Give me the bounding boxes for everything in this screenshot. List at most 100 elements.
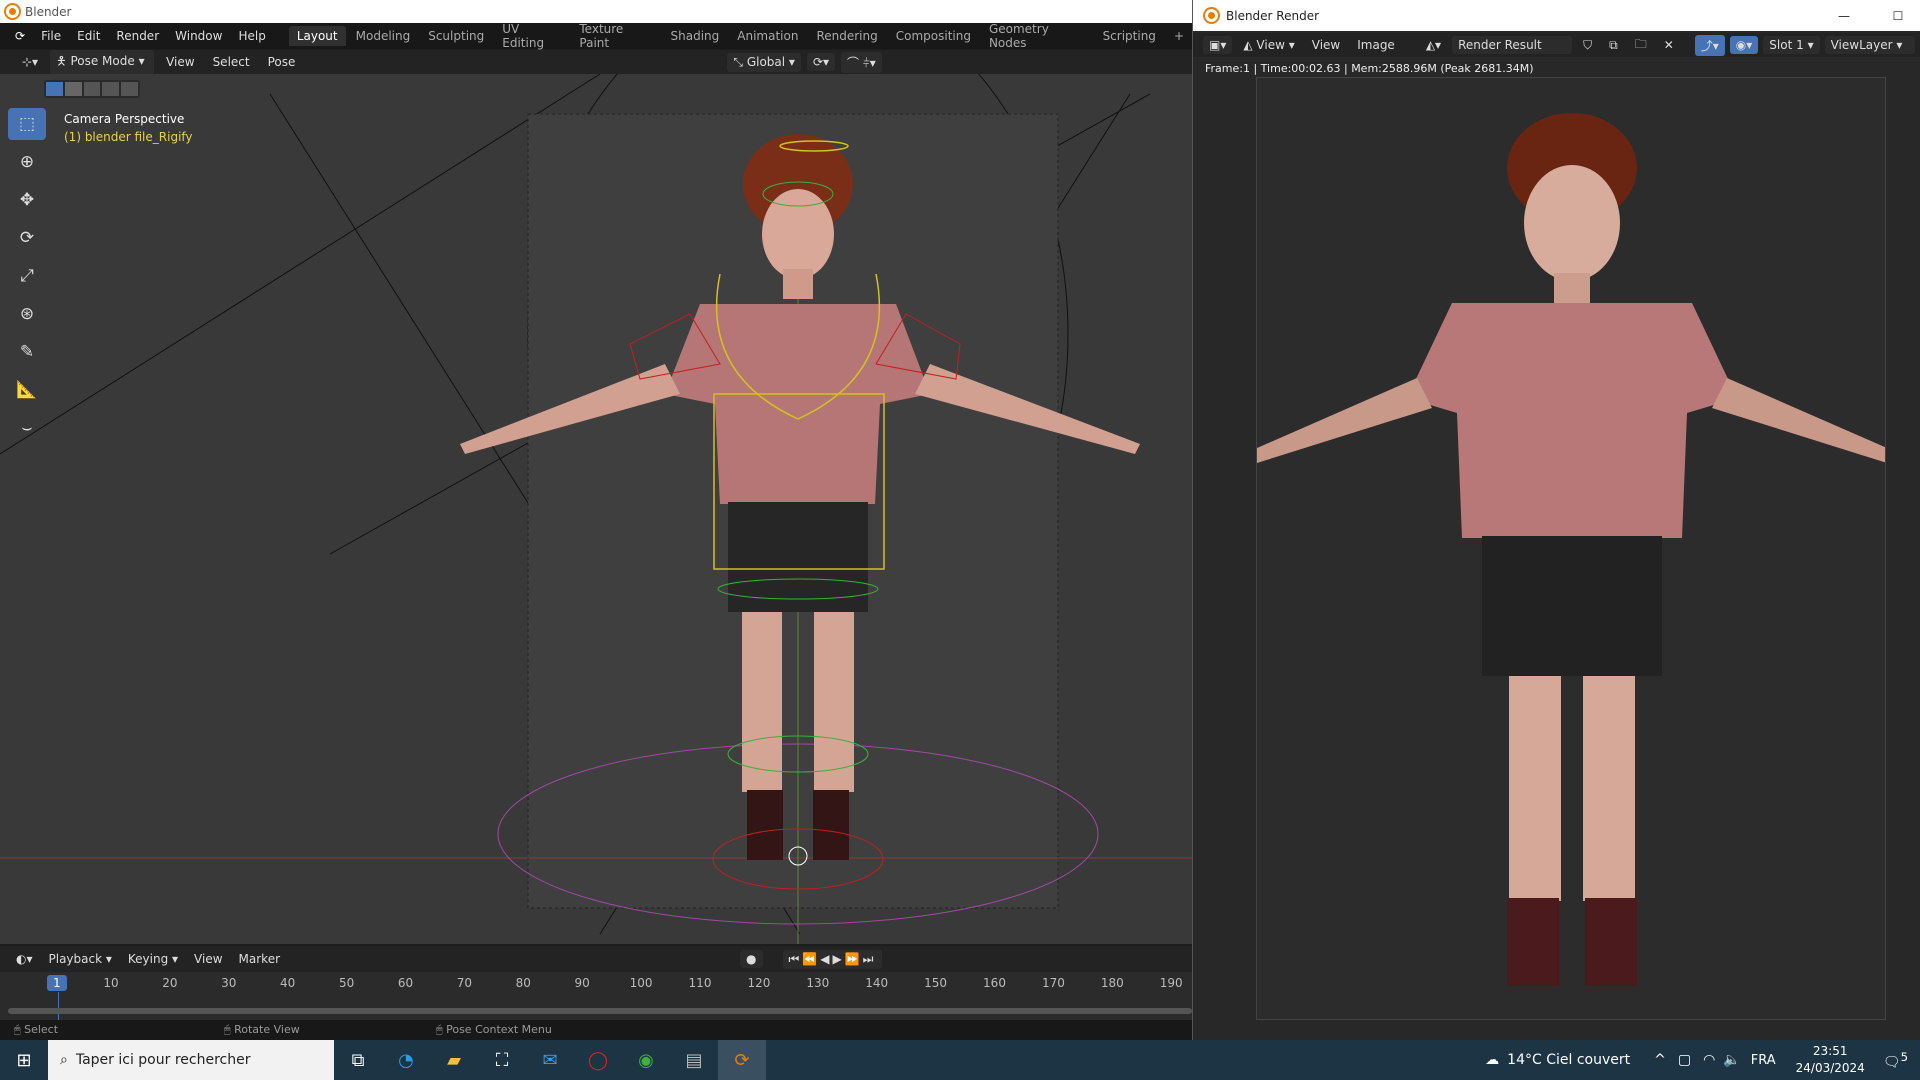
tray-chevron-icon[interactable]: ^: [1654, 1052, 1666, 1068]
tab-compositing[interactable]: Compositing: [888, 26, 979, 46]
render-result-image[interactable]: [1256, 77, 1886, 1020]
frame-label[interactable]: 100: [630, 976, 653, 990]
current-frame-indicator[interactable]: 1: [47, 975, 67, 991]
menu-pose[interactable]: Pose: [262, 53, 302, 71]
tab-scripting[interactable]: Scripting: [1095, 26, 1164, 46]
tab-shading[interactable]: Shading: [663, 26, 728, 46]
menu-view[interactable]: View: [1306, 36, 1346, 54]
tab-modeling[interactable]: Modeling: [348, 26, 419, 46]
frame-label[interactable]: 160: [983, 976, 1006, 990]
image-name-field[interactable]: Render Result: [1452, 36, 1573, 54]
playback-menu[interactable]: Playback ▾: [43, 950, 118, 968]
mail-icon[interactable]: ✉: [526, 1040, 574, 1080]
mode-dropdown[interactable]: 🯅 Pose Mode ▾: [50, 49, 155, 75]
timeline-view-menu[interactable]: View: [188, 950, 228, 968]
tab-texture-paint[interactable]: Texture Paint: [571, 19, 660, 53]
move-tool-icon[interactable]: ✥: [8, 184, 46, 216]
menu-image[interactable]: Image: [1351, 36, 1401, 54]
volume-icon[interactable]: 🔈: [1723, 1052, 1740, 1068]
sample-tool-icon[interactable]: ⤴▾: [1694, 34, 1725, 56]
relax-pose-tool-icon[interactable]: ⌣: [8, 412, 46, 444]
opera-icon[interactable]: ◯: [574, 1040, 622, 1080]
auto-keying-toggle[interactable]: ●: [740, 950, 763, 968]
annotate-tool-icon[interactable]: ✎: [8, 336, 46, 368]
tab-layout[interactable]: Layout: [288, 26, 346, 46]
weather-icon[interactable]: ☁: [1485, 1052, 1499, 1068]
menu-view[interactable]: View: [160, 53, 200, 71]
measure-tool-icon[interactable]: 📐: [8, 374, 46, 406]
menu-render[interactable]: Render: [109, 26, 166, 46]
snap-toggle[interactable]: ⌒ ⫩▾: [841, 51, 882, 73]
orientation-dropdown[interactable]: ⤡ Global ▾: [727, 52, 801, 72]
frame-label[interactable]: 120: [747, 976, 770, 990]
tab-sculpting[interactable]: Sculpting: [420, 26, 492, 46]
slot-dropdown[interactable]: Slot 1 ▾: [1763, 36, 1820, 54]
blender-menu-icon[interactable]: ⟳: [8, 26, 32, 46]
blender-taskbar-icon[interactable]: ⟳: [718, 1040, 766, 1080]
tab-rendering[interactable]: Rendering: [808, 26, 885, 46]
chrome-icon[interactable]: ◉: [622, 1040, 670, 1080]
select-box-tool-icon[interactable]: ⬚: [8, 108, 46, 140]
duplicate-image-icon[interactable]: ⧉: [1603, 36, 1624, 55]
tab-uv-editing[interactable]: UV Editing: [494, 19, 569, 53]
minimize-button[interactable]: —: [1821, 9, 1867, 23]
frame-label[interactable]: 110: [689, 976, 712, 990]
language-indicator[interactable]: FRA: [1751, 1053, 1776, 1068]
view-mode-dropdown[interactable]: ◭ View ▾: [1237, 36, 1300, 54]
rotate-tool-icon[interactable]: ⟳: [8, 222, 46, 254]
weather-text[interactable]: 14°C Ciel couvert: [1507, 1052, 1630, 1068]
frame-label[interactable]: 190: [1160, 976, 1183, 990]
clock[interactable]: 23:51 24/03/2024: [1796, 1043, 1865, 1077]
frame-label[interactable]: 60: [398, 976, 413, 990]
meet-icon[interactable]: ▢: [1678, 1052, 1691, 1068]
transform-tool-icon[interactable]: ⊛: [8, 298, 46, 330]
tab-geometry-nodes[interactable]: Geometry Nodes: [981, 19, 1093, 53]
editor-type-icon[interactable]: ▣▾: [1203, 36, 1233, 54]
menu-edit[interactable]: Edit: [70, 26, 107, 46]
frame-label[interactable]: 130: [806, 976, 829, 990]
editor-type-icon[interactable]: ⊹▾: [16, 53, 44, 71]
menu-help[interactable]: Help: [231, 26, 272, 46]
store-icon[interactable]: ⛶: [478, 1040, 526, 1080]
frame-label[interactable]: 50: [339, 976, 354, 990]
unlink-image-icon[interactable]: ✕: [1658, 36, 1680, 54]
marker-menu[interactable]: Marker: [233, 950, 286, 968]
image-browse-icon[interactable]: ◭▾: [1420, 36, 1447, 54]
menu-file[interactable]: File: [34, 26, 68, 46]
timeline-scrollbar[interactable]: [8, 1008, 1192, 1014]
menu-window[interactable]: Window: [168, 26, 229, 46]
scale-tool-icon[interactable]: ⤢: [8, 260, 46, 292]
frame-label[interactable]: 140: [865, 976, 888, 990]
taskbar-search[interactable]: ⌕ Taper ici pour rechercher: [48, 1040, 334, 1080]
pivot-dropdown[interactable]: ⟳▾: [806, 53, 836, 71]
task-view-icon[interactable]: ⧉: [334, 1040, 382, 1080]
timeline-frames[interactable]: 1 10 20 30 40 50 60 70 80 90 100 110 120 130 140 150 16…: [0, 972, 1192, 1020]
frame-label[interactable]: 150: [924, 976, 947, 990]
frame-label[interactable]: 90: [575, 976, 590, 990]
timeline-editor-icon[interactable]: ◐▾: [10, 950, 39, 968]
frame-label[interactable]: 10: [103, 976, 118, 990]
frame-label[interactable]: 170: [1042, 976, 1065, 990]
frame-label[interactable]: 40: [280, 976, 295, 990]
notifications-button[interactable]: 🗨5: [1883, 1050, 1908, 1071]
wifi-icon[interactable]: ◠: [1703, 1052, 1715, 1068]
maximize-button[interactable]: ☐: [1875, 9, 1920, 23]
frame-label[interactable]: 30: [221, 976, 236, 990]
view-layer-dropdown[interactable]: ViewLayer ▾: [1824, 36, 1915, 54]
cursor-tool-icon[interactable]: ⊕: [8, 146, 46, 178]
file-explorer-icon[interactable]: ▰: [430, 1040, 478, 1080]
frame-label[interactable]: 20: [162, 976, 177, 990]
start-button[interactable]: ⊞: [0, 1040, 48, 1080]
edge-icon[interactable]: ◔: [382, 1040, 430, 1080]
frame-label[interactable]: 80: [516, 976, 531, 990]
fake-user-icon[interactable]: ⛉: [1577, 36, 1598, 55]
frame-label[interactable]: 70: [457, 976, 472, 990]
keying-menu[interactable]: Keying ▾: [122, 950, 184, 968]
tab-animation[interactable]: Animation: [729, 26, 806, 46]
playback-controls[interactable]: ⏮⏪◀▶⏩⏭: [782, 949, 883, 969]
menu-select[interactable]: Select: [207, 53, 256, 71]
3d-viewport[interactable]: [0, 74, 1192, 944]
display-channels-icon[interactable]: ◉▾: [1729, 36, 1759, 54]
app-icon[interactable]: ▤: [670, 1040, 718, 1080]
open-image-icon[interactable]: 🗀: [1629, 33, 1653, 58]
